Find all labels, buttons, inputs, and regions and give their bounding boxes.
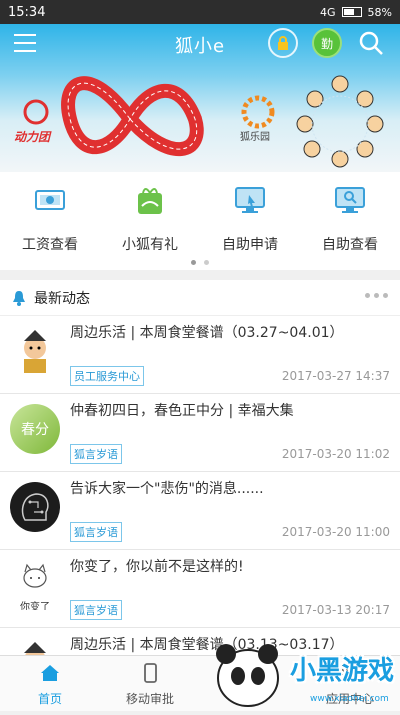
salary-icon [35, 190, 65, 210]
grid-item-apply[interactable]: 自助申请 [200, 184, 300, 254]
attendance-button[interactable]: 勤 [312, 28, 342, 58]
gift-icon [138, 188, 162, 214]
banner[interactable]: 动力团 狐乐园 狐小e 勤 [0, 24, 400, 172]
news-item-date: 2017-03-20 11:02 [281, 447, 390, 461]
news-item[interactable]: 你变了 你变了，你以前不是这样的! 狐言岁语 2017-03-13 20:17 [0, 550, 400, 628]
grid-item-gift[interactable]: 小狐有礼 [100, 184, 200, 254]
search-icon [359, 31, 383, 55]
bell-icon [13, 290, 25, 306]
grid-label-gift: 小狐有礼 [122, 237, 178, 253]
news-item-tag: 狐言岁语 [70, 600, 122, 620]
tab-approval-label: 移动审批 [125, 692, 174, 706]
tab-approval[interactable]: 移动审批 [100, 656, 200, 711]
thumb-caption: 你变了 [20, 602, 50, 610]
app-header: 狐小e 勤 [0, 24, 400, 64]
cartoon-fox-icon [24, 330, 46, 373]
battery-label: 58% [367, 5, 392, 19]
query-icon [335, 187, 365, 213]
news-item[interactable]: 周边乐活 | 本周食堂餐谱（03.13~03.17） [0, 628, 400, 655]
news-item-date: 2017-03-27 14:37 [281, 369, 390, 383]
lock-icon [278, 36, 288, 50]
circuit-head-icon [21, 493, 49, 521]
grid-item-query[interactable]: 自助查看 [300, 184, 400, 254]
lock-button[interactable] [268, 28, 298, 58]
cartoon-fox-icon [24, 642, 46, 655]
search-button[interactable] [356, 28, 386, 58]
news-item-title: 告诉大家一个"悲伤"的消息...... [70, 481, 264, 497]
phone-icon [144, 663, 157, 683]
news-thumb: 你变了 [10, 560, 60, 610]
news-section: 最新动态 周边乐活 | 本周食堂餐谱（03.27~04.01） 员工服务中心 2… [0, 280, 400, 655]
attendance-label: 勤 [320, 36, 333, 51]
news-thumb [10, 482, 60, 532]
more-icon[interactable] [365, 293, 388, 298]
news-item-tag: 员工服务中心 [70, 366, 144, 386]
tab-home[interactable]: 首页 [0, 656, 100, 711]
news-header: 最新动态 [0, 280, 400, 316]
grid-label-query: 自助查看 [322, 237, 378, 253]
news-item-date: 2017-03-20 11:00 [281, 525, 390, 539]
tab-chat-label: 狐聊 [237, 692, 262, 706]
tab-apps[interactable]: 应用中心 [300, 656, 400, 711]
spring-equinox-thumb-label: 春分 [21, 422, 49, 438]
news-item-title: 你变了，你以前不是这样的! [70, 559, 244, 575]
network-label: 4G [320, 5, 336, 19]
page-dot-active [191, 260, 196, 265]
news-item[interactable]: 告诉大家一个"悲伤"的消息...... 狐言岁语 2017-03-20 11:0… [0, 472, 400, 550]
status-icons: 4G 58% [320, 6, 392, 19]
news-thumb [10, 638, 60, 655]
page-dot [204, 260, 209, 265]
news-item-tag: 狐言岁语 [70, 522, 122, 542]
news-item-title: 周边乐活 | 本周食堂餐谱（03.27~04.01） [70, 325, 344, 341]
news-item-tag: 狐言岁语 [70, 444, 122, 464]
cat-face-icon [23, 563, 47, 588]
apply-icon [235, 187, 265, 213]
grid-label-salary: 工资查看 [22, 237, 78, 253]
news-title: 最新动态 [34, 290, 90, 307]
quick-menu: 工资查看 小狐有礼 自助申请 自助查看 [0, 172, 400, 270]
news-item-title: 仲春初四日，春色正中分 | 幸福大集 [70, 403, 294, 419]
tab-home-label: 首页 [37, 692, 62, 706]
news-item-date: 2017-03-13 20:17 [281, 603, 390, 617]
news-item[interactable]: 周边乐活 | 本周食堂餐谱（03.27~04.01） 员工服务中心 2017-0… [0, 316, 400, 394]
apps-icon [342, 665, 358, 681]
left-brand-label: 动力团 [14, 130, 51, 144]
news-thumb: 春分 [10, 404, 60, 454]
clock: 15:34 [8, 4, 46, 20]
tab-chat[interactable]: 狐聊 [200, 656, 300, 711]
tab-apps-label: 应用中心 [325, 692, 374, 706]
battery-icon [341, 7, 362, 17]
status-bar: 15:34 4G 58% [0, 0, 400, 24]
right-brand-label: 狐乐园 [240, 132, 270, 143]
news-item-title: 周边乐活 | 本周食堂餐谱（03.13~03.17） [70, 637, 344, 653]
news-item[interactable]: 春分 仲春初四日，春色正中分 | 幸福大集 狐言岁语 2017-03-20 11… [0, 394, 400, 472]
grid-label-apply: 自助申请 [222, 237, 278, 253]
chat-icon [241, 664, 259, 682]
bottom-tab-bar: 首页 移动审批 狐聊 应用中心 [0, 655, 400, 711]
page-indicator [0, 260, 400, 265]
news-thumb [10, 326, 60, 376]
grid-item-salary[interactable]: 工资查看 [0, 184, 100, 254]
home-icon [41, 665, 59, 681]
